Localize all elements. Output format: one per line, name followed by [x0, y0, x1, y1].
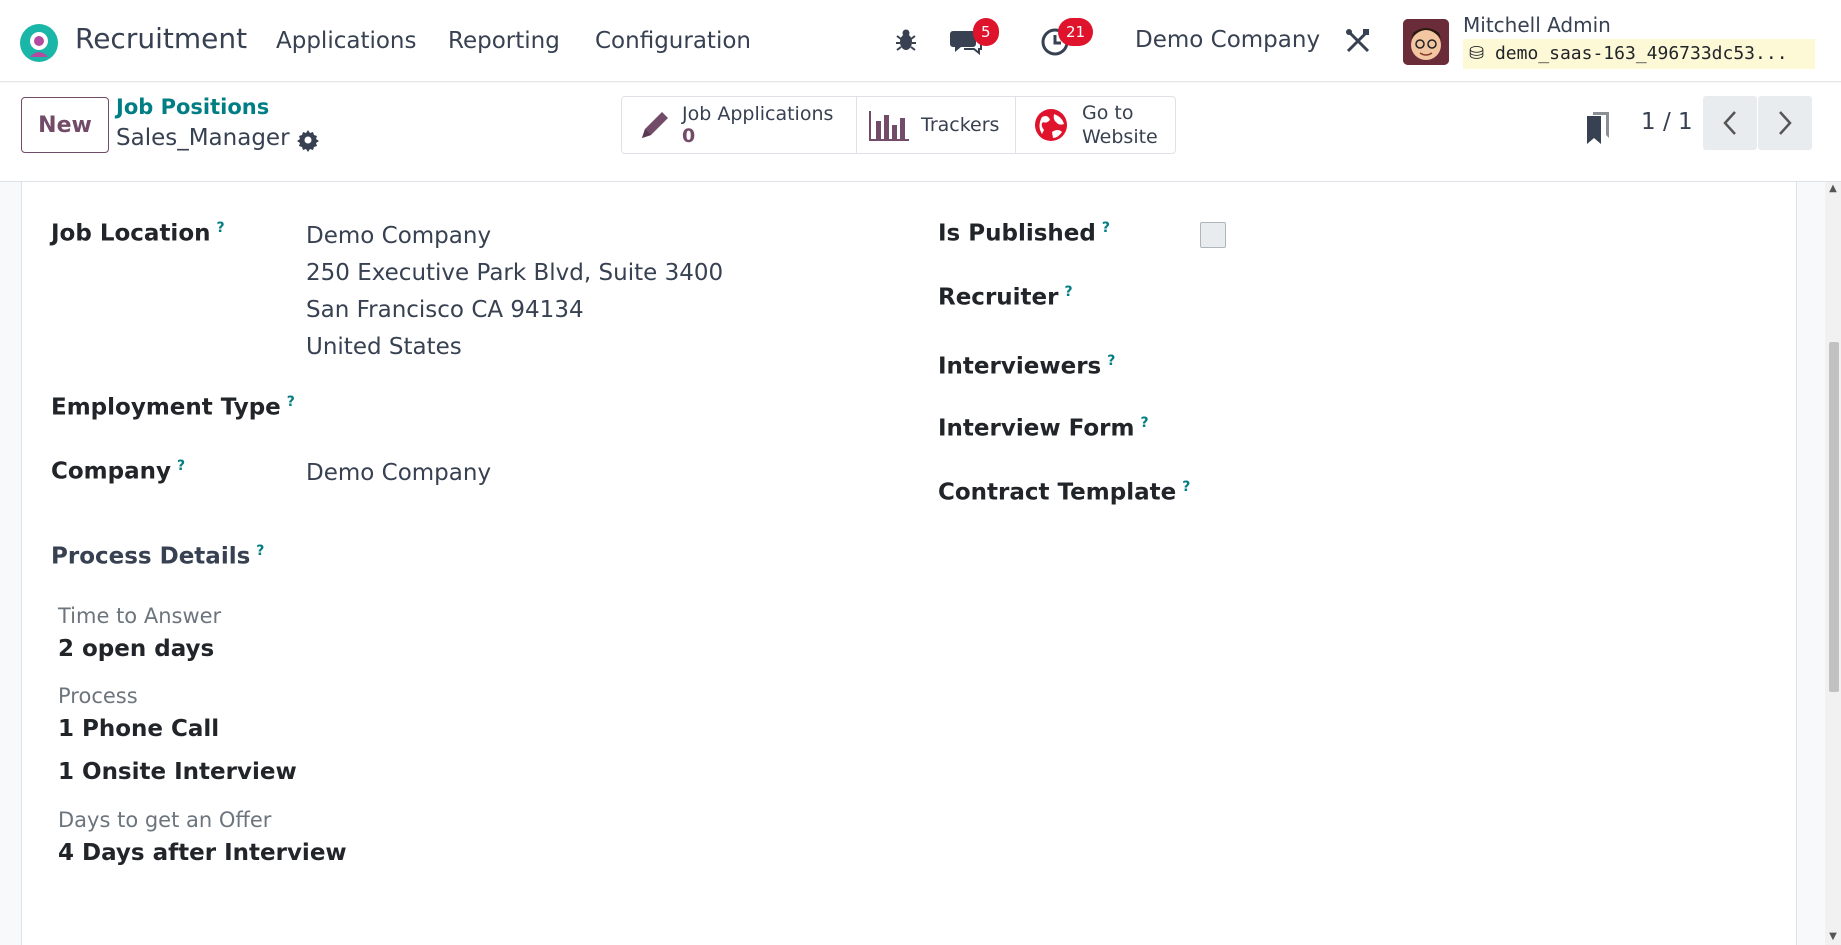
database-icon: ⛁ — [1469, 43, 1485, 64]
job-applications-label: Job Applications — [682, 103, 834, 125]
interview-form-label: Interview Form? — [938, 415, 1149, 442]
process-details-title: Process Details? — [51, 543, 264, 570]
chevron-left-icon — [1723, 111, 1736, 135]
address-line: Demo Company — [306, 223, 492, 249]
help-icon[interactable]: ? — [1182, 479, 1190, 495]
top-navbar: Recruitment Applications Reporting Confi… — [0, 0, 1841, 82]
menu-applications[interactable]: Applications — [276, 28, 417, 54]
database-name: ⛁ demo_saas-163_496733dc53... — [1463, 39, 1815, 69]
trackers-label: Trackers — [921, 114, 1000, 136]
pager-value[interactable]: 1 / 1 — [1641, 109, 1693, 135]
address-line: United States — [306, 334, 462, 360]
process-step: 1 Phone Call — [58, 716, 220, 742]
website-line2: Website — [1082, 126, 1158, 148]
company-field[interactable]: Demo Company — [306, 460, 491, 486]
menu-configuration[interactable]: Configuration — [595, 28, 751, 54]
new-button[interactable]: New — [21, 97, 109, 153]
menu-reporting[interactable]: Reporting — [448, 28, 560, 54]
pencil-icon — [642, 112, 668, 138]
interviewers-label: Interviewers? — [938, 353, 1115, 380]
company-label-text: Company — [51, 458, 171, 485]
company-switcher[interactable]: Demo Company — [1135, 27, 1320, 53]
job-location-label: Job Location? — [51, 220, 225, 247]
globe-icon — [1035, 109, 1067, 141]
days-to-offer-label: Days to get an Offer — [58, 808, 272, 832]
employment-type-label: Employment Type? — [51, 394, 295, 421]
debug-bug-icon[interactable] — [893, 27, 919, 53]
trackers-button[interactable]: Trackers — [856, 96, 1016, 154]
process-details-title-text: Process Details — [51, 543, 251, 570]
user-name[interactable]: Mitchell Admin — [1463, 13, 1611, 37]
control-panel: New Job Positions Sales_Manager Job Appl… — [0, 83, 1841, 182]
gear-icon[interactable] — [296, 128, 320, 152]
recruiter-label-text: Recruiter — [938, 284, 1059, 311]
help-icon[interactable]: ? — [177, 458, 185, 474]
help-icon[interactable]: ? — [256, 543, 264, 559]
help-icon[interactable]: ? — [287, 394, 295, 410]
company-label: Company? — [51, 458, 185, 485]
is-published-checkbox[interactable] — [1200, 222, 1226, 248]
form-sheet: Job Location? Demo Company 250 Executive… — [21, 182, 1797, 945]
app-name[interactable]: Recruitment — [75, 22, 247, 55]
is-published-label-text: Is Published — [938, 220, 1096, 247]
breadcrumb-job-positions[interactable]: Job Positions — [116, 95, 269, 119]
activities-count-badge: 21 — [1058, 18, 1094, 46]
is-published-label: Is Published? — [938, 220, 1110, 247]
record-name: Sales_Manager — [116, 125, 290, 151]
job-location-value[interactable]: Demo Company 250 Executive Park Blvd, Su… — [306, 218, 723, 366]
help-icon[interactable]: ? — [1064, 284, 1072, 300]
job-applications-count: 0 — [682, 125, 696, 147]
process-label: Process — [58, 684, 138, 708]
job-location-label-text: Job Location — [51, 220, 211, 247]
bookmark-icon[interactable] — [1585, 110, 1611, 146]
process-step: 1 Onsite Interview — [58, 759, 297, 785]
interviewers-label-text: Interviewers — [938, 353, 1102, 380]
website-line1: Go to — [1082, 102, 1134, 124]
pager-previous-button[interactable] — [1703, 96, 1757, 150]
scroll-up-arrow-icon[interactable]: ▲ — [1828, 184, 1838, 194]
help-icon[interactable]: ? — [217, 220, 225, 236]
pager-next-button[interactable] — [1758, 96, 1812, 150]
settings-tools-icon[interactable] — [1344, 27, 1372, 55]
database-label: demo_saas-163_496733dc53... — [1494, 43, 1788, 64]
bar-chart-icon — [869, 111, 909, 141]
contract-template-label-text: Contract Template — [938, 479, 1177, 506]
days-to-offer-value: 4 Days after Interview — [58, 840, 347, 866]
scroll-down-arrow-icon[interactable]: ▼ — [1828, 932, 1838, 942]
time-to-answer-label: Time to Answer — [58, 604, 222, 628]
help-icon[interactable]: ? — [1102, 220, 1110, 236]
employment-type-label-text: Employment Type — [51, 394, 281, 421]
recruiter-label: Recruiter? — [938, 284, 1073, 311]
avatar-face-icon — [1403, 19, 1449, 65]
go-to-website-button[interactable]: Go to Website — [1015, 96, 1176, 154]
address-line: 250 Executive Park Blvd, Suite 3400 — [306, 260, 724, 286]
address-line: San Francisco CA 94134 — [306, 297, 584, 323]
recruitment-app-icon[interactable] — [19, 23, 59, 63]
contract-template-label: Contract Template? — [938, 479, 1190, 506]
chevron-right-icon — [1779, 111, 1792, 135]
time-to-answer-value: 2 open days — [58, 636, 215, 662]
scrollbar-thumb[interactable] — [1829, 342, 1839, 692]
help-icon[interactable]: ? — [1141, 415, 1149, 431]
help-icon[interactable]: ? — [1107, 353, 1115, 369]
job-applications-button[interactable]: Job Applications 0 — [621, 96, 857, 154]
messages-count-badge: 5 — [973, 18, 999, 46]
user-avatar[interactable] — [1403, 19, 1449, 65]
interview-form-label-text: Interview Form — [938, 415, 1135, 442]
